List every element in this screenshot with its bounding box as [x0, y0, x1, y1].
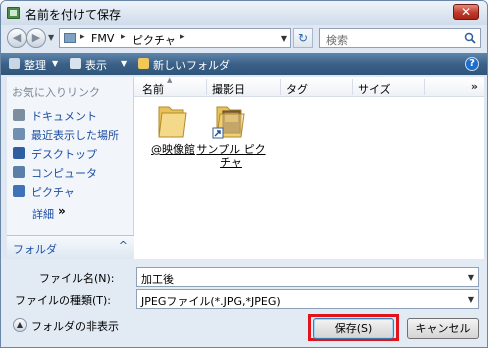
chevron-down-icon[interactable]: ▼ — [468, 273, 474, 282]
sidebar-item-recent-places[interactable]: 最近表示した場所 — [13, 126, 133, 144]
refresh-icon: ↻ — [297, 31, 309, 45]
views-dropdown-icon[interactable]: ▼ — [121, 59, 127, 68]
search-icon[interactable] — [464, 32, 476, 44]
file-item-label: サンプル ピクチャ — [196, 143, 266, 169]
save-as-dialog: 名前を付けて保存 ✕ ◀ ▶ ▼ ▸ FMV ▸ ピクチャ ▸ ▼ ↻ 検索 整… — [0, 0, 488, 348]
sidebar-item-documents[interactable]: ドキュメント — [13, 107, 133, 125]
chevron-down-icon[interactable]: ▼ — [468, 295, 474, 304]
back-button[interactable]: ◀ — [7, 28, 27, 48]
column-header-size[interactable]: サイズ — [358, 81, 391, 97]
sidebar-item-label: ピクチャ — [31, 186, 75, 199]
sort-ascending-icon: ▲ — [167, 76, 173, 84]
computer-icon — [13, 166, 25, 178]
filename-value: 加工後 — [141, 273, 174, 286]
search-placeholder: 検索 — [326, 34, 348, 47]
folder-shortcut-icon — [212, 106, 245, 139]
address-bar[interactable]: ▸ FMV ▸ ピクチャ ▸ ▼ — [59, 28, 291, 48]
folder-item[interactable]: サンプル ピクチャ — [196, 99, 266, 179]
filename-label: ファイル名(N): — [39, 272, 115, 285]
views-button[interactable]: 表示 — [85, 57, 107, 73]
details-toggle[interactable]: 詳細 — [32, 206, 54, 222]
breadcrumb-separator-icon[interactable]: ▸ — [80, 32, 85, 42]
title-bar: 名前を付けて保存 ✕ — [1, 1, 487, 25]
recent-places-icon — [13, 128, 25, 140]
command-toolbar: 整理 ▼ 表示 ▼ 新しいフォルダ ? — [1, 53, 487, 75]
column-separator[interactable] — [280, 79, 281, 95]
filetype-select[interactable]: JPEGファイル(*.JPG,*JPEG) ▼ — [136, 289, 479, 309]
sidebar-item-label: 最近表示した場所 — [31, 129, 119, 142]
navigation-bar: ◀ ▶ ▼ ▸ FMV ▸ ピクチャ ▸ ▼ ↻ 検索 — [1, 25, 487, 51]
column-header-tags[interactable]: タグ — [286, 81, 308, 97]
address-dropdown-icon[interactable]: ▼ — [281, 34, 287, 43]
filename-field[interactable]: 加工後 ▼ — [136, 267, 479, 287]
sidebar-item-label: ドキュメント — [31, 110, 97, 123]
organize-dropdown-icon[interactable]: ▼ — [52, 59, 58, 68]
column-separator[interactable] — [206, 79, 207, 95]
folders-panel-toggle[interactable]: フォルダ ^ — [7, 235, 134, 259]
column-header-name[interactable]: 名前 — [142, 81, 164, 97]
details-chevron-icon[interactable]: » — [58, 204, 66, 218]
app-icon — [7, 7, 20, 19]
hide-folders-button[interactable]: フォルダの非表示 — [31, 318, 119, 334]
file-list[interactable]: 名前 ▲ 撮影日 タグ サイズ » @映像館 サンプル ピクチャ — [134, 76, 484, 259]
save-button[interactable]: 保存(S) — [313, 318, 394, 339]
close-button[interactable]: ✕ — [453, 4, 479, 20]
help-icon[interactable]: ? — [465, 57, 479, 71]
folders-panel-label: フォルダ — [13, 243, 57, 256]
pictures-icon — [13, 185, 25, 197]
column-header-date-taken[interactable]: 撮影日 — [212, 81, 245, 97]
folder-icon — [158, 106, 187, 138]
organize-icon — [9, 58, 20, 69]
more-columns-icon[interactable]: » — [471, 80, 478, 93]
folder-location-icon — [64, 33, 76, 43]
favorite-links-heading: お気に入りリンク — [12, 86, 100, 99]
column-separator[interactable] — [352, 79, 353, 95]
window-title: 名前を付けて保存 — [25, 8, 122, 22]
cancel-button[interactable]: キャンセル — [407, 318, 479, 339]
save-options-area: ファイル名(N): 加工後 ▼ ファイルの種類(T): JPEGファイル(*.J… — [1, 259, 487, 347]
views-icon — [70, 58, 81, 69]
breadcrumb-separator-icon[interactable]: ▸ — [180, 32, 185, 42]
column-separator[interactable] — [424, 79, 425, 95]
sidebar-item-computer[interactable]: コンピュータ — [13, 164, 133, 182]
column-headers: 名前 ▲ 撮影日 タグ サイズ » — [134, 76, 484, 97]
search-input[interactable]: 検索 — [319, 28, 481, 48]
refresh-button[interactable]: ↻ — [293, 28, 313, 48]
filetype-value: JPEGファイル(*.JPG,*JPEG) — [141, 295, 281, 308]
new-folder-icon — [138, 58, 149, 69]
breadcrumb-separator-icon[interactable]: ▸ — [121, 32, 126, 42]
navigation-pane: お気に入りリンク ドキュメント 最近表示した場所 デスクトップ コンピュータ ピ… — [7, 77, 134, 259]
filetype-label: ファイルの種類(T): — [15, 294, 112, 307]
sidebar-item-label: コンピュータ — [31, 167, 97, 180]
breadcrumb-fmv[interactable]: FMV — [91, 32, 114, 45]
sidebar-item-pictures[interactable]: ピクチャ — [13, 183, 133, 201]
documents-icon — [13, 109, 25, 121]
chevron-up-icon[interactable]: ^ — [119, 239, 128, 252]
sidebar-item-desktop[interactable]: デスクトップ — [13, 145, 133, 163]
breadcrumb-pictures[interactable]: ピクチャ — [132, 32, 176, 48]
collapse-icon[interactable]: ▲ — [13, 318, 27, 332]
desktop-icon — [13, 147, 25, 159]
history-dropdown-icon[interactable]: ▼ — [48, 33, 54, 42]
forward-button[interactable]: ▶ — [26, 28, 46, 48]
sidebar-item-label: デスクトップ — [31, 148, 97, 161]
organize-button[interactable]: 整理 — [24, 57, 46, 73]
new-folder-button[interactable]: 新しいフォルダ — [153, 57, 230, 73]
